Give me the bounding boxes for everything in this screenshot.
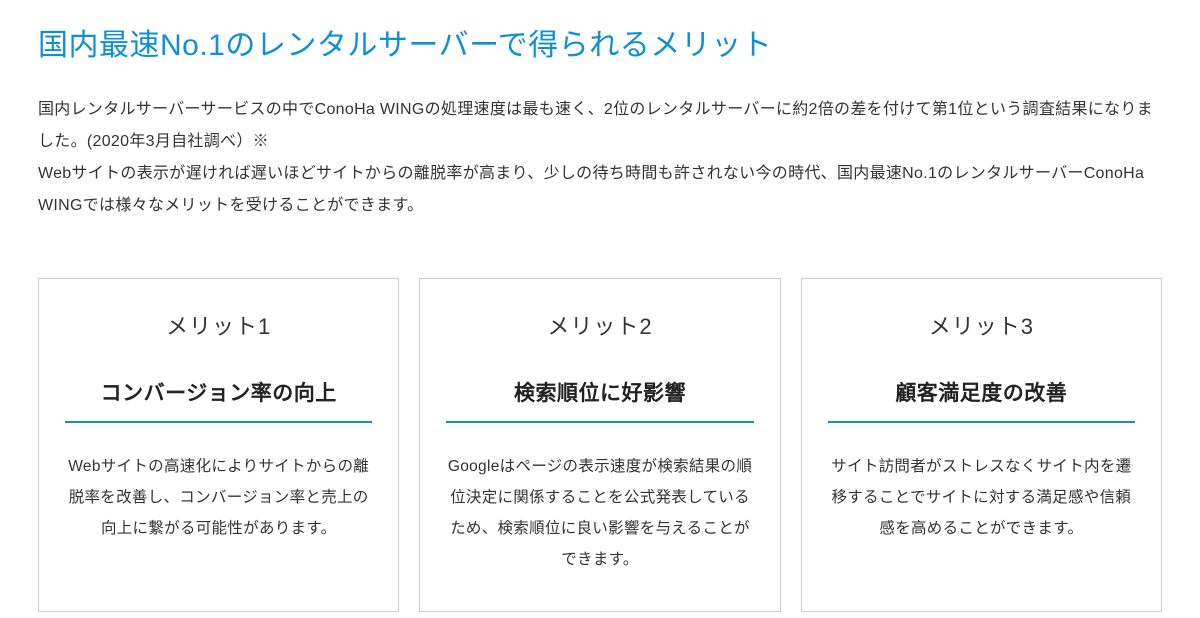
merit-card-desc: Webサイトの高速化によりサイトからの離脱率を改善し、コンバージョン率と売上の向… — [65, 451, 372, 544]
merit-card-title: 検索順位に好影響 — [446, 377, 753, 423]
merit-card-label: メリット1 — [65, 309, 372, 341]
merit-card-label: メリット3 — [828, 309, 1135, 341]
merit-card-desc: サイト訪問者がストレスなくサイト内を遷移することでサイトに対する満足感や信頼感を… — [828, 451, 1135, 544]
merit-card-1: メリット1 コンバージョン率の向上 Webサイトの高速化によりサイトからの離脱率… — [38, 278, 399, 612]
merit-card-title: コンバージョン率の向上 — [65, 377, 372, 423]
merit-card-3: メリット3 顧客満足度の改善 サイト訪問者がストレスなくサイト内を遷移することで… — [801, 278, 1162, 612]
intro-paragraph: 国内レンタルサーバーサービスの中でConoHa WINGの処理速度は最も速く、2… — [38, 94, 1162, 222]
section-heading: 国内最速No.1のレンタルサーバーで得られるメリット — [38, 20, 1162, 64]
merit-card-2: メリット2 検索順位に好影響 Googleはページの表示速度が検索結果の順位決定… — [419, 278, 780, 612]
merit-cards-row: メリット1 コンバージョン率の向上 Webサイトの高速化によりサイトからの離脱率… — [38, 278, 1162, 612]
merit-card-label: メリット2 — [446, 309, 753, 341]
merit-card-desc: Googleはページの表示速度が検索結果の順位決定に関係することを公式発表してい… — [446, 451, 753, 575]
merit-card-title: 顧客満足度の改善 — [828, 377, 1135, 423]
